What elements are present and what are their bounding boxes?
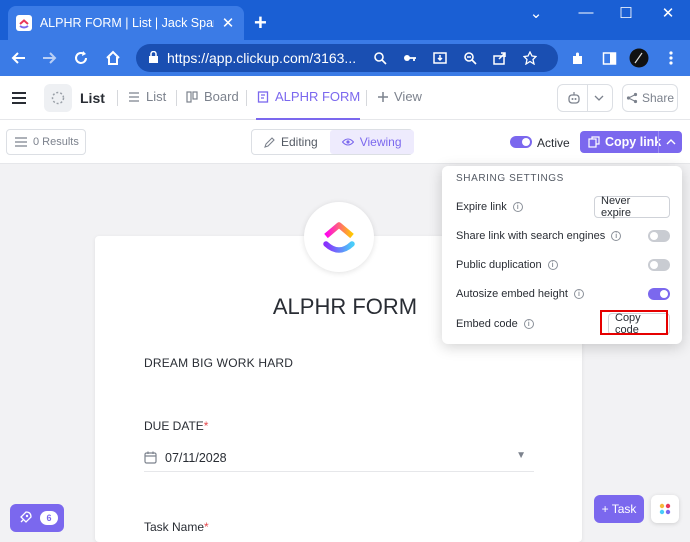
clickup-logo-icon (304, 202, 374, 272)
sidebar-toggle-icon[interactable] (12, 92, 26, 107)
tab-search-icon[interactable]: ⌄ (526, 4, 546, 22)
editing-mode-button[interactable]: Editing (252, 130, 330, 154)
board-icon (186, 90, 198, 103)
minimize-icon[interactable]: — (576, 4, 596, 21)
view-tab-label: ALPHR FORM (275, 89, 361, 104)
info-icon[interactable]: i (573, 289, 584, 299)
lock-icon (148, 50, 159, 66)
browser-tabstrip: ALPHR FORM | List | Jack Sparrow ✕ + ⌄ —… (0, 0, 690, 40)
forward-icon[interactable] (38, 47, 60, 69)
editing-label: Editing (281, 135, 318, 149)
search-engines-toggle[interactable] (648, 230, 670, 242)
count-badge: 6 (40, 511, 58, 525)
chevron-down-icon[interactable]: ▼ (516, 450, 526, 461)
chevron-down-icon (594, 95, 603, 101)
tab-title: ALPHR FORM | List | Jack Sparrow (39, 16, 214, 30)
form-icon (257, 90, 269, 103)
search-engines-row: Share link with search engines i (456, 224, 670, 248)
public-duplication-row: Public duplication i (456, 253, 670, 277)
header-divider (176, 90, 177, 106)
expire-link-row: Expire link i Never expire (456, 195, 670, 219)
browser-tab[interactable]: ALPHR FORM | List | Jack Sparrow ✕ (8, 6, 244, 40)
apps-grid-icon[interactable] (651, 495, 679, 523)
extensions-icon[interactable] (566, 47, 588, 69)
search-icon[interactable] (372, 50, 388, 66)
pencil-icon (264, 136, 275, 148)
copy-link-button[interactable]: Copy link (580, 131, 682, 153)
maximize-icon[interactable]: ☐ (616, 4, 636, 22)
due-date-label: DUE DATE* (144, 419, 209, 433)
space-icon[interactable] (44, 84, 72, 112)
notifications-button[interactable]: 6 (10, 504, 64, 532)
due-date-value: 07/11/2028 (165, 450, 227, 465)
bookmark-star-icon[interactable] (522, 50, 538, 66)
results-label: 0 Results (33, 136, 79, 148)
browser-toolbar: https://app.clickup.com/3163... (0, 40, 690, 76)
view-tab-list[interactable]: List (128, 89, 166, 104)
share-label: Share (641, 91, 675, 105)
autosize-embed-row: Autosize embed height i (456, 282, 670, 306)
plus-icon (378, 91, 388, 102)
view-tab-label: Board (204, 89, 239, 104)
calendar-icon (144, 451, 157, 464)
eye-icon (341, 138, 354, 146)
clickup-favicon-icon (16, 15, 32, 31)
never-expire-button[interactable]: Never expire (594, 195, 670, 219)
copy-icon (588, 136, 600, 148)
back-icon[interactable] (8, 47, 30, 69)
home-icon[interactable] (102, 47, 124, 69)
autosize-embed-toggle[interactable] (648, 288, 670, 300)
share-page-icon[interactable] (492, 50, 508, 66)
window-close-icon[interactable]: ✕ (658, 4, 678, 22)
new-tab-button[interactable]: + (254, 10, 267, 36)
popover-title: SHARING SETTINGS (456, 173, 564, 184)
add-view-button[interactable]: View (378, 89, 422, 104)
task-name-label: Task Name* (144, 520, 209, 534)
header-divider (246, 90, 247, 106)
chrome-menu-icon[interactable] (660, 47, 682, 69)
profile-avatar[interactable] (628, 47, 650, 69)
results-button[interactable]: 0 Results (6, 129, 86, 155)
list-title: List (80, 90, 105, 106)
view-tab-label: List (146, 89, 167, 104)
copy-link-label: Copy link (605, 135, 662, 149)
app-header: List List Board ALPHR FORM View Share (0, 76, 690, 120)
add-task-button[interactable]: + Task (594, 495, 644, 523)
info-icon[interactable]: i (547, 260, 558, 270)
viewing-label: Viewing (359, 135, 402, 149)
address-bar[interactable]: https://app.clickup.com/3163... (136, 44, 558, 72)
due-date-input[interactable]: 07/11/2028 ▼ (144, 444, 534, 472)
header-divider (366, 90, 367, 106)
tab-close-icon[interactable]: ✕ (220, 14, 236, 32)
zoom-icon[interactable] (462, 50, 478, 66)
info-icon[interactable]: i (512, 202, 523, 212)
share-button[interactable]: Share (622, 84, 678, 112)
side-panel-icon[interactable] (598, 47, 620, 69)
chevron-up-icon (666, 139, 676, 145)
view-tab-form[interactable]: ALPHR FORM (257, 89, 360, 104)
header-divider (117, 90, 118, 106)
automation-button[interactable] (557, 84, 613, 112)
form-description: DREAM BIG WORK HARD (144, 356, 294, 370)
bot-icon (567, 92, 580, 104)
info-icon[interactable]: i (523, 319, 534, 329)
view-tab-board[interactable]: Board (186, 89, 239, 104)
key-icon[interactable] (402, 50, 418, 66)
list-icon (15, 137, 27, 147)
view-tab-label: View (394, 89, 422, 104)
reload-icon[interactable] (70, 47, 92, 69)
mode-switch: Editing Viewing (251, 129, 414, 155)
url-text: https://app.clickup.com/3163... (167, 50, 357, 66)
viewing-mode-button[interactable]: Viewing (329, 130, 414, 154)
share-icon (626, 92, 638, 104)
copy-code-highlight (600, 310, 668, 335)
active-toggle[interactable] (510, 136, 532, 148)
install-icon[interactable] (432, 50, 448, 66)
rocket-icon (20, 511, 32, 523)
public-duplication-toggle[interactable] (648, 259, 670, 271)
active-label: Active (537, 136, 570, 150)
list-icon (129, 91, 139, 102)
info-icon[interactable]: i (611, 231, 622, 241)
